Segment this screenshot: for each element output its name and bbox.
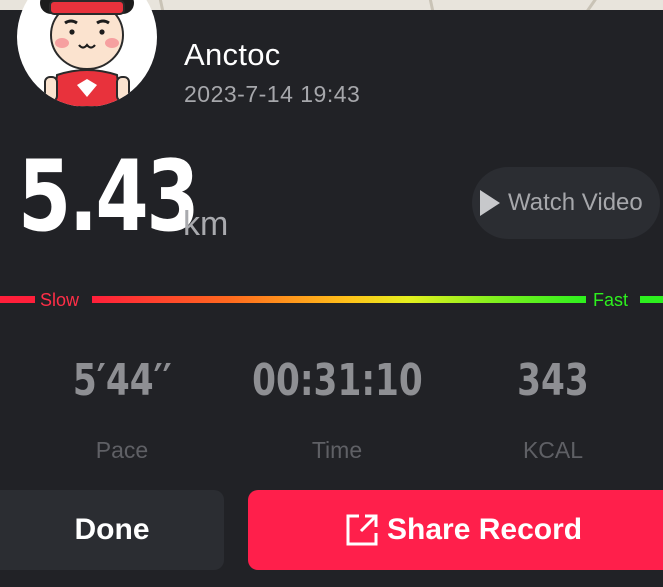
speed-legend-bar (0, 296, 663, 303)
activity-datetime: 2023-7-14 19:43 (184, 81, 361, 107)
time-label: Time (311, 437, 363, 463)
pace-value-text: 5′44′′ (72, 355, 172, 406)
time-value-text: 00:31:10 (251, 355, 423, 406)
distance-value: 5.43 (18, 140, 200, 254)
speed-bar-gradient (92, 296, 586, 303)
distance-unit: km (183, 205, 229, 243)
watch-video-label: Watch Video (508, 189, 643, 216)
done-label: Done (74, 513, 150, 546)
speed-bar-fast-segment (640, 296, 663, 303)
slow-label: Slow (40, 290, 80, 310)
kcal-value-text: 343 (517, 355, 589, 406)
avatar[interactable] (17, 0, 157, 107)
share-record-label: Share Record (387, 513, 583, 546)
play-icon (480, 190, 500, 216)
watch-video-button[interactable]: Watch Video (472, 167, 660, 239)
share-record-button[interactable]: Share Record (248, 490, 663, 570)
done-button[interactable]: Done (0, 490, 224, 570)
speed-bar-slow-segment (0, 296, 35, 303)
share-icon (346, 514, 378, 546)
username: Anctoc (184, 37, 281, 72)
kcal-label: KCAL (522, 437, 584, 463)
runner-avatar-icon (40, 0, 134, 107)
fast-label: Fast (593, 290, 629, 310)
pace-value: 5′44′′ (22, 354, 222, 408)
time-value: 00:31:10 (212, 354, 462, 408)
kcal-value: 343 (453, 354, 653, 408)
pace-label: Pace (95, 437, 149, 463)
